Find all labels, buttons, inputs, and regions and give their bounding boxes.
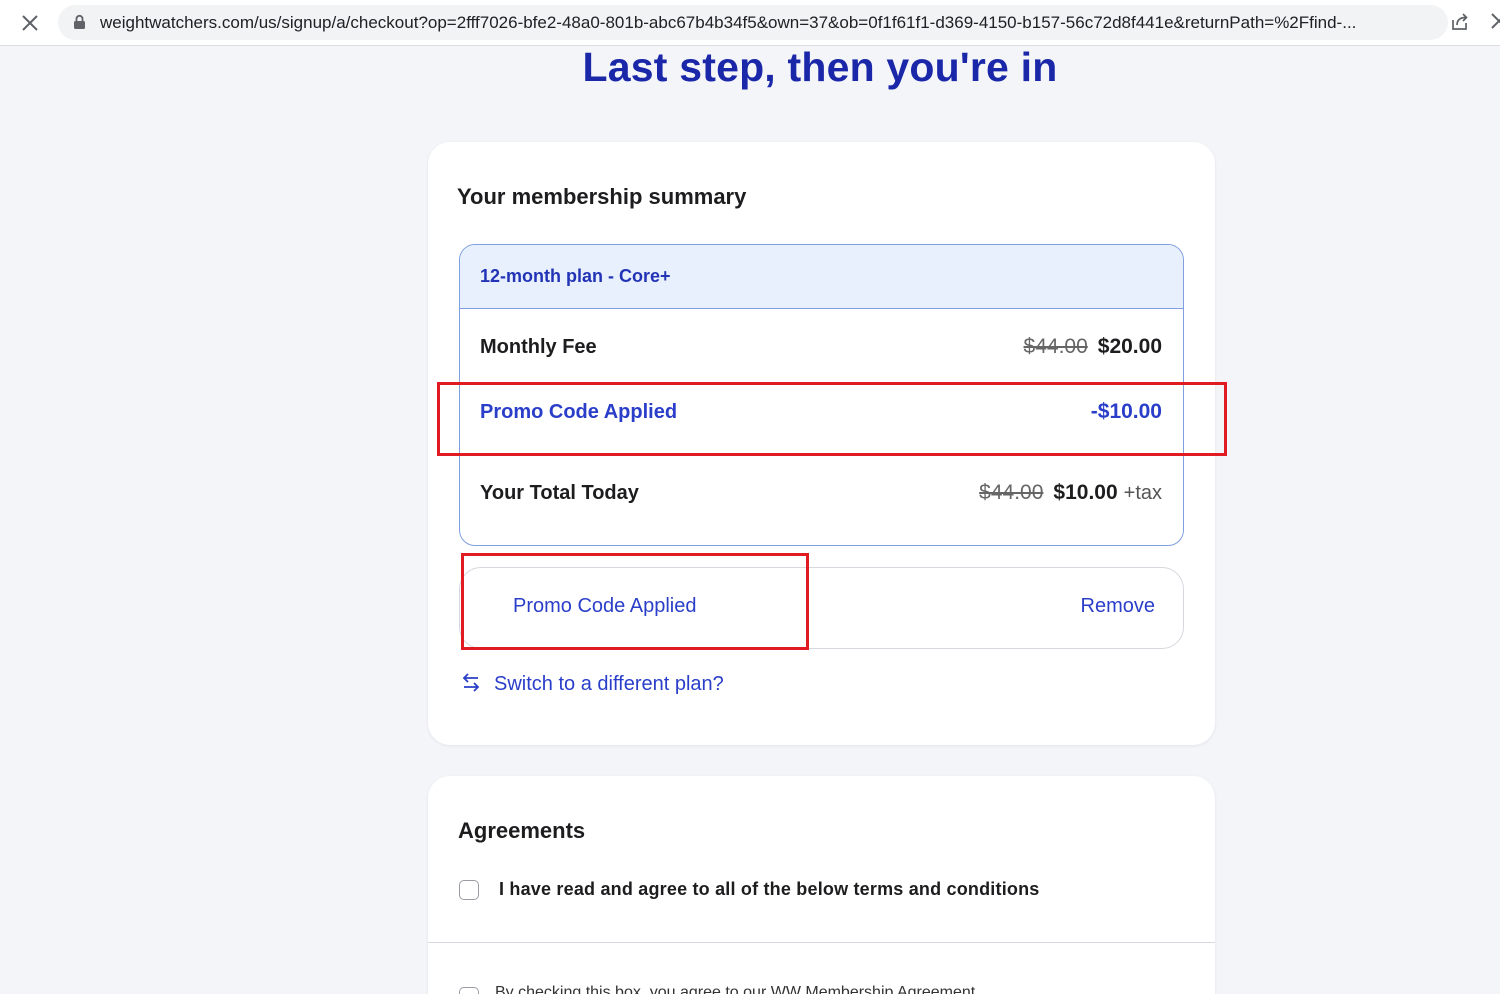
swap-arrows-icon xyxy=(460,670,482,699)
browser-toolbar: weightwatchers.com/us/signup/a/checkout?… xyxy=(0,0,1500,46)
total-price: $10.00 xyxy=(1053,481,1118,504)
promo-code-field[interactable]: Promo Code Applied Remove xyxy=(459,567,1184,649)
promo-row: Promo Code Applied -$10.00 xyxy=(480,400,1162,424)
total-tax-suffix: +tax xyxy=(1123,481,1162,504)
agreements-divider xyxy=(428,942,1215,943)
monthly-fee-label: Monthly Fee xyxy=(480,335,597,358)
monthly-fee-row: Monthly Fee $44.00 $20.00 xyxy=(480,335,1162,359)
share-icon[interactable] xyxy=(1449,11,1471,38)
plan-details-box: 12-month plan - Core+ Monthly Fee $44.00… xyxy=(459,244,1184,546)
address-bar[interactable]: weightwatchers.com/us/signup/a/checkout?… xyxy=(58,5,1448,40)
switch-plan-link[interactable]: Switch to a different plan? xyxy=(460,670,724,699)
membership-agreement-label: By checking this box, you agree to our W… xyxy=(495,984,976,994)
promo-label: Promo Code Applied xyxy=(480,400,678,423)
agreements-card: Agreements I have read and agree to all … xyxy=(428,776,1215,994)
agreements-title: Agreements xyxy=(458,818,586,843)
promo-discount: -$10.00 xyxy=(1090,400,1162,423)
extension-icon[interactable] xyxy=(1489,11,1500,31)
agree-all-checkbox[interactable] xyxy=(459,880,479,900)
total-label: Your Total Today xyxy=(480,481,639,504)
total-row: Your Total Today $44.00 $10.00 +tax xyxy=(480,481,1162,505)
lock-icon xyxy=(73,14,86,35)
remove-promo-button[interactable]: Remove xyxy=(1081,595,1155,618)
promo-code-value: Promo Code Applied xyxy=(513,595,697,617)
plan-name: 12-month plan - Core+ xyxy=(460,245,1183,309)
monthly-fee-original: $44.00 xyxy=(1023,335,1088,358)
agree-all-label: I have read and agree to all of the belo… xyxy=(499,879,1040,899)
monthly-fee-price: $20.00 xyxy=(1097,335,1162,358)
membership-summary-card: Your membership summary 12-month plan - … xyxy=(428,142,1215,745)
switch-plan-label: Switch to a different plan? xyxy=(494,673,724,695)
summary-title: Your membership summary xyxy=(457,184,747,209)
total-value: $44.00 $10.00 +tax xyxy=(979,481,1162,505)
membership-agreement-checkbox[interactable] xyxy=(459,987,479,994)
monthly-fee-value: $44.00 $20.00 xyxy=(1024,335,1162,359)
total-original: $44.00 xyxy=(979,481,1044,504)
page-title: Last step, then you're in xyxy=(582,44,1058,90)
url-text[interactable]: weightwatchers.com/us/signup/a/checkout?… xyxy=(100,13,1430,33)
close-icon[interactable] xyxy=(16,9,44,37)
